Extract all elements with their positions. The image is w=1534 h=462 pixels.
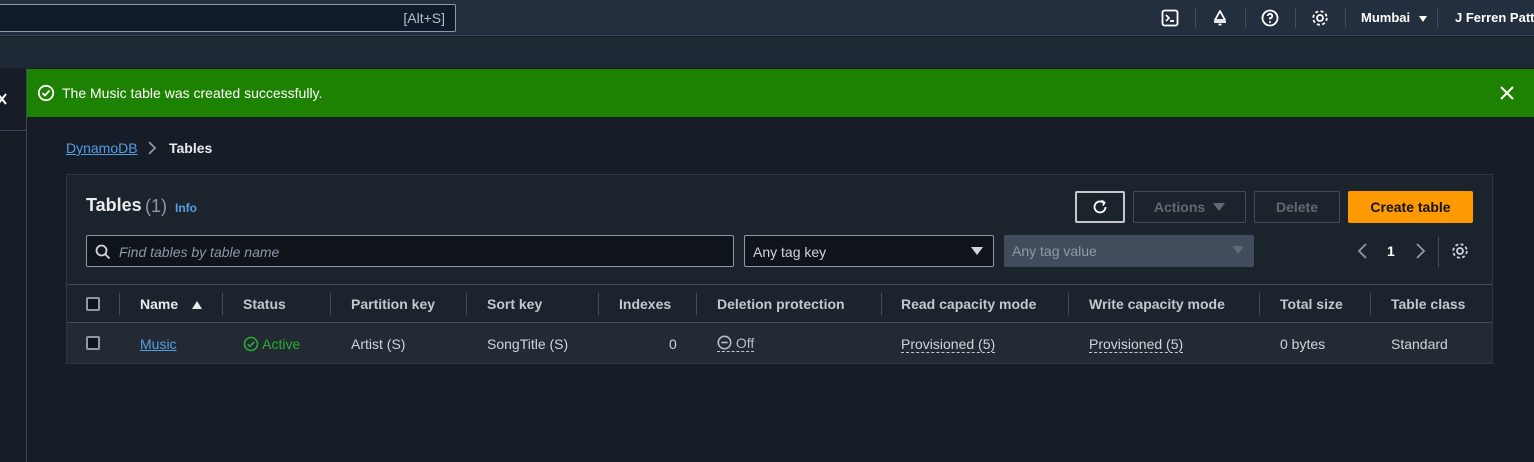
service-subnav [0, 37, 1534, 68]
success-flashbar: The Music table was created successfully… [27, 69, 1534, 117]
column-divider [466, 293, 467, 315]
nav-divider [1195, 8, 1196, 28]
status-off-icon [717, 335, 732, 350]
side-nav-close-button[interactable] [0, 68, 27, 131]
partition-key-cell: Artist (S) [351, 336, 406, 352]
column-name-label: Name [140, 296, 179, 312]
select-all-checkbox[interactable] [86, 297, 100, 311]
indexes-cell: 0 [669, 336, 677, 352]
refresh-button[interactable] [1075, 191, 1125, 223]
column-header-total-size[interactable]: Total size [1280, 296, 1343, 312]
top-navigation: [Alt+S] Mumbai J Ferren Patto [0, 0, 1534, 36]
sort-ascending-icon [192, 301, 203, 309]
caret-down-icon [1213, 203, 1226, 211]
pagination-divider [1438, 237, 1439, 267]
column-header-status[interactable]: Status [243, 296, 286, 312]
delete-button[interactable]: Delete [1254, 191, 1340, 223]
table-name-link[interactable]: Music [140, 336, 177, 352]
refresh-icon [1093, 199, 1107, 214]
total-size-cell: 0 bytes [1280, 336, 1326, 352]
deletion-protection-label: Off [735, 335, 755, 351]
account-menu[interactable]: J Ferren Patto [1455, 10, 1534, 25]
breadcrumb-current: Tables [169, 140, 213, 156]
nav-divider [1245, 8, 1246, 28]
actions-dropdown-button[interactable]: Actions [1133, 191, 1246, 223]
dismiss-flash-button[interactable] [1498, 84, 1516, 107]
nav-divider [1437, 8, 1438, 28]
breadcrumb-chevron-right-icon [146, 141, 158, 160]
region-label: Mumbai [1361, 10, 1411, 25]
status-label: Active [262, 336, 301, 352]
column-divider [1370, 293, 1371, 315]
previous-page-chevron-left-icon[interactable] [1356, 243, 1370, 264]
table-row[interactable]: Music Active Artist (S) SongTitle (S) 0 … [67, 323, 1492, 363]
table-count: (1) [145, 196, 167, 216]
table-class-cell: Standard [1391, 336, 1448, 352]
create-table-button[interactable]: Create table [1348, 191, 1473, 223]
search-shortcut-hint: [Alt+S] [403, 10, 445, 26]
column-divider [330, 293, 331, 315]
column-divider [119, 293, 120, 315]
tag-key-select[interactable]: Any tag key [744, 235, 994, 267]
status-cell: Active [243, 336, 300, 352]
filter-placeholder: Find tables by table name [119, 244, 280, 260]
column-header-deletion-protection[interactable]: Deletion protection [717, 296, 845, 312]
table-header-row: Name Status Partition key Sort key Index… [67, 284, 1492, 323]
nav-divider [1345, 8, 1346, 28]
column-header-sort-key[interactable]: Sort key [487, 296, 542, 312]
write-capacity-cell[interactable]: Provisioned (5) [1089, 336, 1184, 353]
cloudshell-icon[interactable] [1160, 8, 1180, 28]
column-divider [222, 293, 223, 315]
region-selector[interactable]: Mumbai [1361, 10, 1427, 25]
search-icon [95, 244, 111, 265]
caret-down-icon [971, 247, 983, 255]
current-page-number[interactable]: 1 [1387, 243, 1395, 259]
actions-label: Actions [1153, 199, 1206, 215]
column-divider [881, 293, 882, 315]
column-divider [1259, 293, 1260, 315]
flash-message: The Music table was created successfully… [62, 85, 323, 101]
tag-value-select[interactable]: Any tag value [1004, 235, 1254, 267]
nav-divider [1295, 8, 1296, 28]
page-title: Tables [86, 195, 142, 215]
column-header-read-capacity-mode[interactable]: Read capacity mode [901, 296, 1036, 312]
caret-down-icon [1232, 246, 1244, 254]
info-link[interactable]: Info [175, 201, 197, 215]
success-check-icon [37, 84, 55, 107]
next-page-chevron-right-icon[interactable] [1413, 243, 1427, 264]
help-icon[interactable] [1260, 8, 1280, 28]
tag-value-value: Any tag value [1012, 243, 1097, 259]
close-icon [0, 93, 7, 105]
table-name-filter-input[interactable]: Find tables by table name [86, 235, 734, 267]
column-divider [1068, 293, 1069, 315]
column-header-indexes[interactable]: Indexes [619, 296, 671, 312]
deletion-protection-cell[interactable]: Off [717, 335, 755, 352]
chevron-down-icon [1418, 15, 1427, 22]
global-search-input[interactable]: [Alt+S] [0, 4, 456, 32]
notifications-bell-icon[interactable] [1210, 8, 1230, 28]
sort-key-cell: SongTitle (S) [487, 336, 569, 352]
tag-key-value: Any tag key [753, 244, 827, 260]
close-icon [1500, 86, 1514, 100]
status-success-icon [243, 336, 259, 352]
column-header-table-class[interactable]: Table class [1391, 296, 1465, 312]
column-header-partition-key[interactable]: Partition key [351, 296, 435, 312]
read-capacity-cell[interactable]: Provisioned (5) [901, 336, 996, 353]
settings-gear-icon[interactable] [1310, 8, 1330, 28]
column-header-write-capacity-mode[interactable]: Write capacity mode [1089, 296, 1225, 312]
table-preferences-gear-icon[interactable] [1451, 242, 1469, 265]
column-divider [598, 293, 599, 315]
breadcrumb-dynamodb-link[interactable]: DynamoDB [66, 140, 138, 156]
row-select-checkbox[interactable] [86, 336, 100, 350]
column-divider [696, 293, 697, 315]
column-header-name[interactable]: Name [140, 296, 203, 312]
